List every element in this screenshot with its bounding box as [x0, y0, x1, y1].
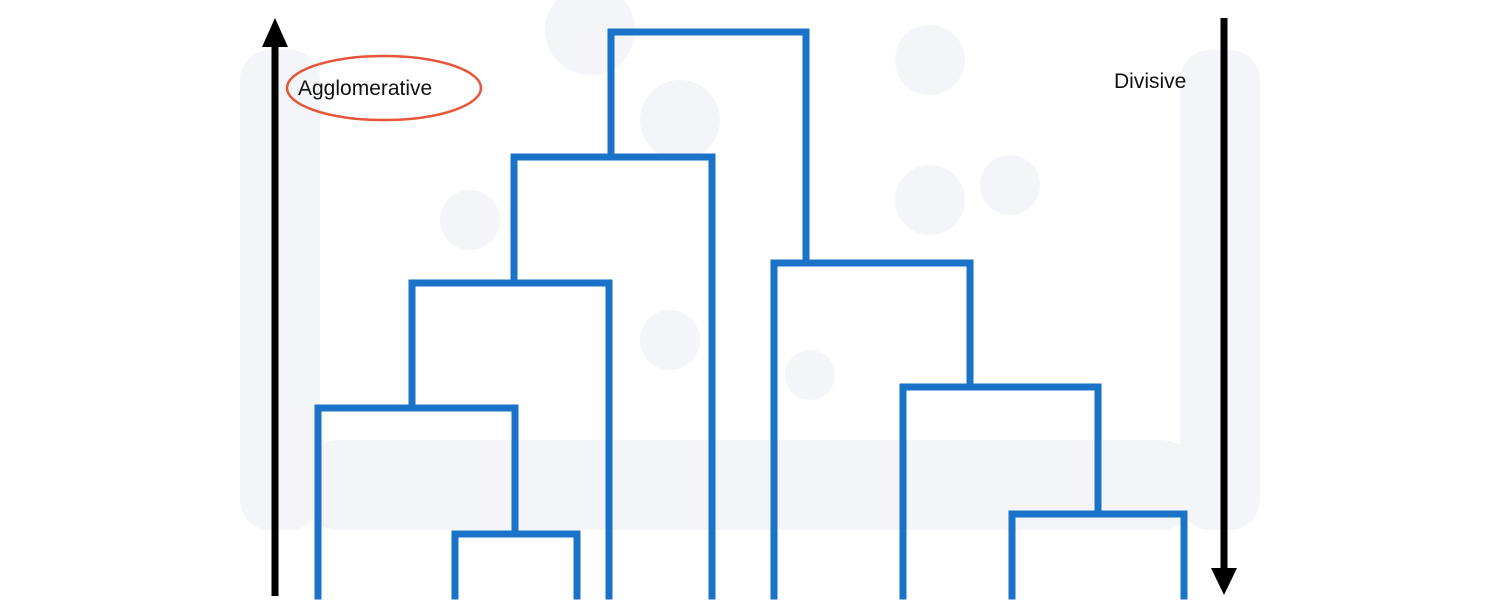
dendrogram-link: [770, 259, 974, 600]
dendrogram-diagram: Agglomerative Divisive: [0, 0, 1499, 606]
divisive-label: Divisive: [1114, 70, 1187, 93]
dendrogram-link: [510, 153, 716, 600]
agglomerative-label: Agglomerative: [298, 77, 433, 100]
dendrogram-link: [451, 530, 581, 600]
dendrogram-canvas: [240, 0, 1260, 600]
